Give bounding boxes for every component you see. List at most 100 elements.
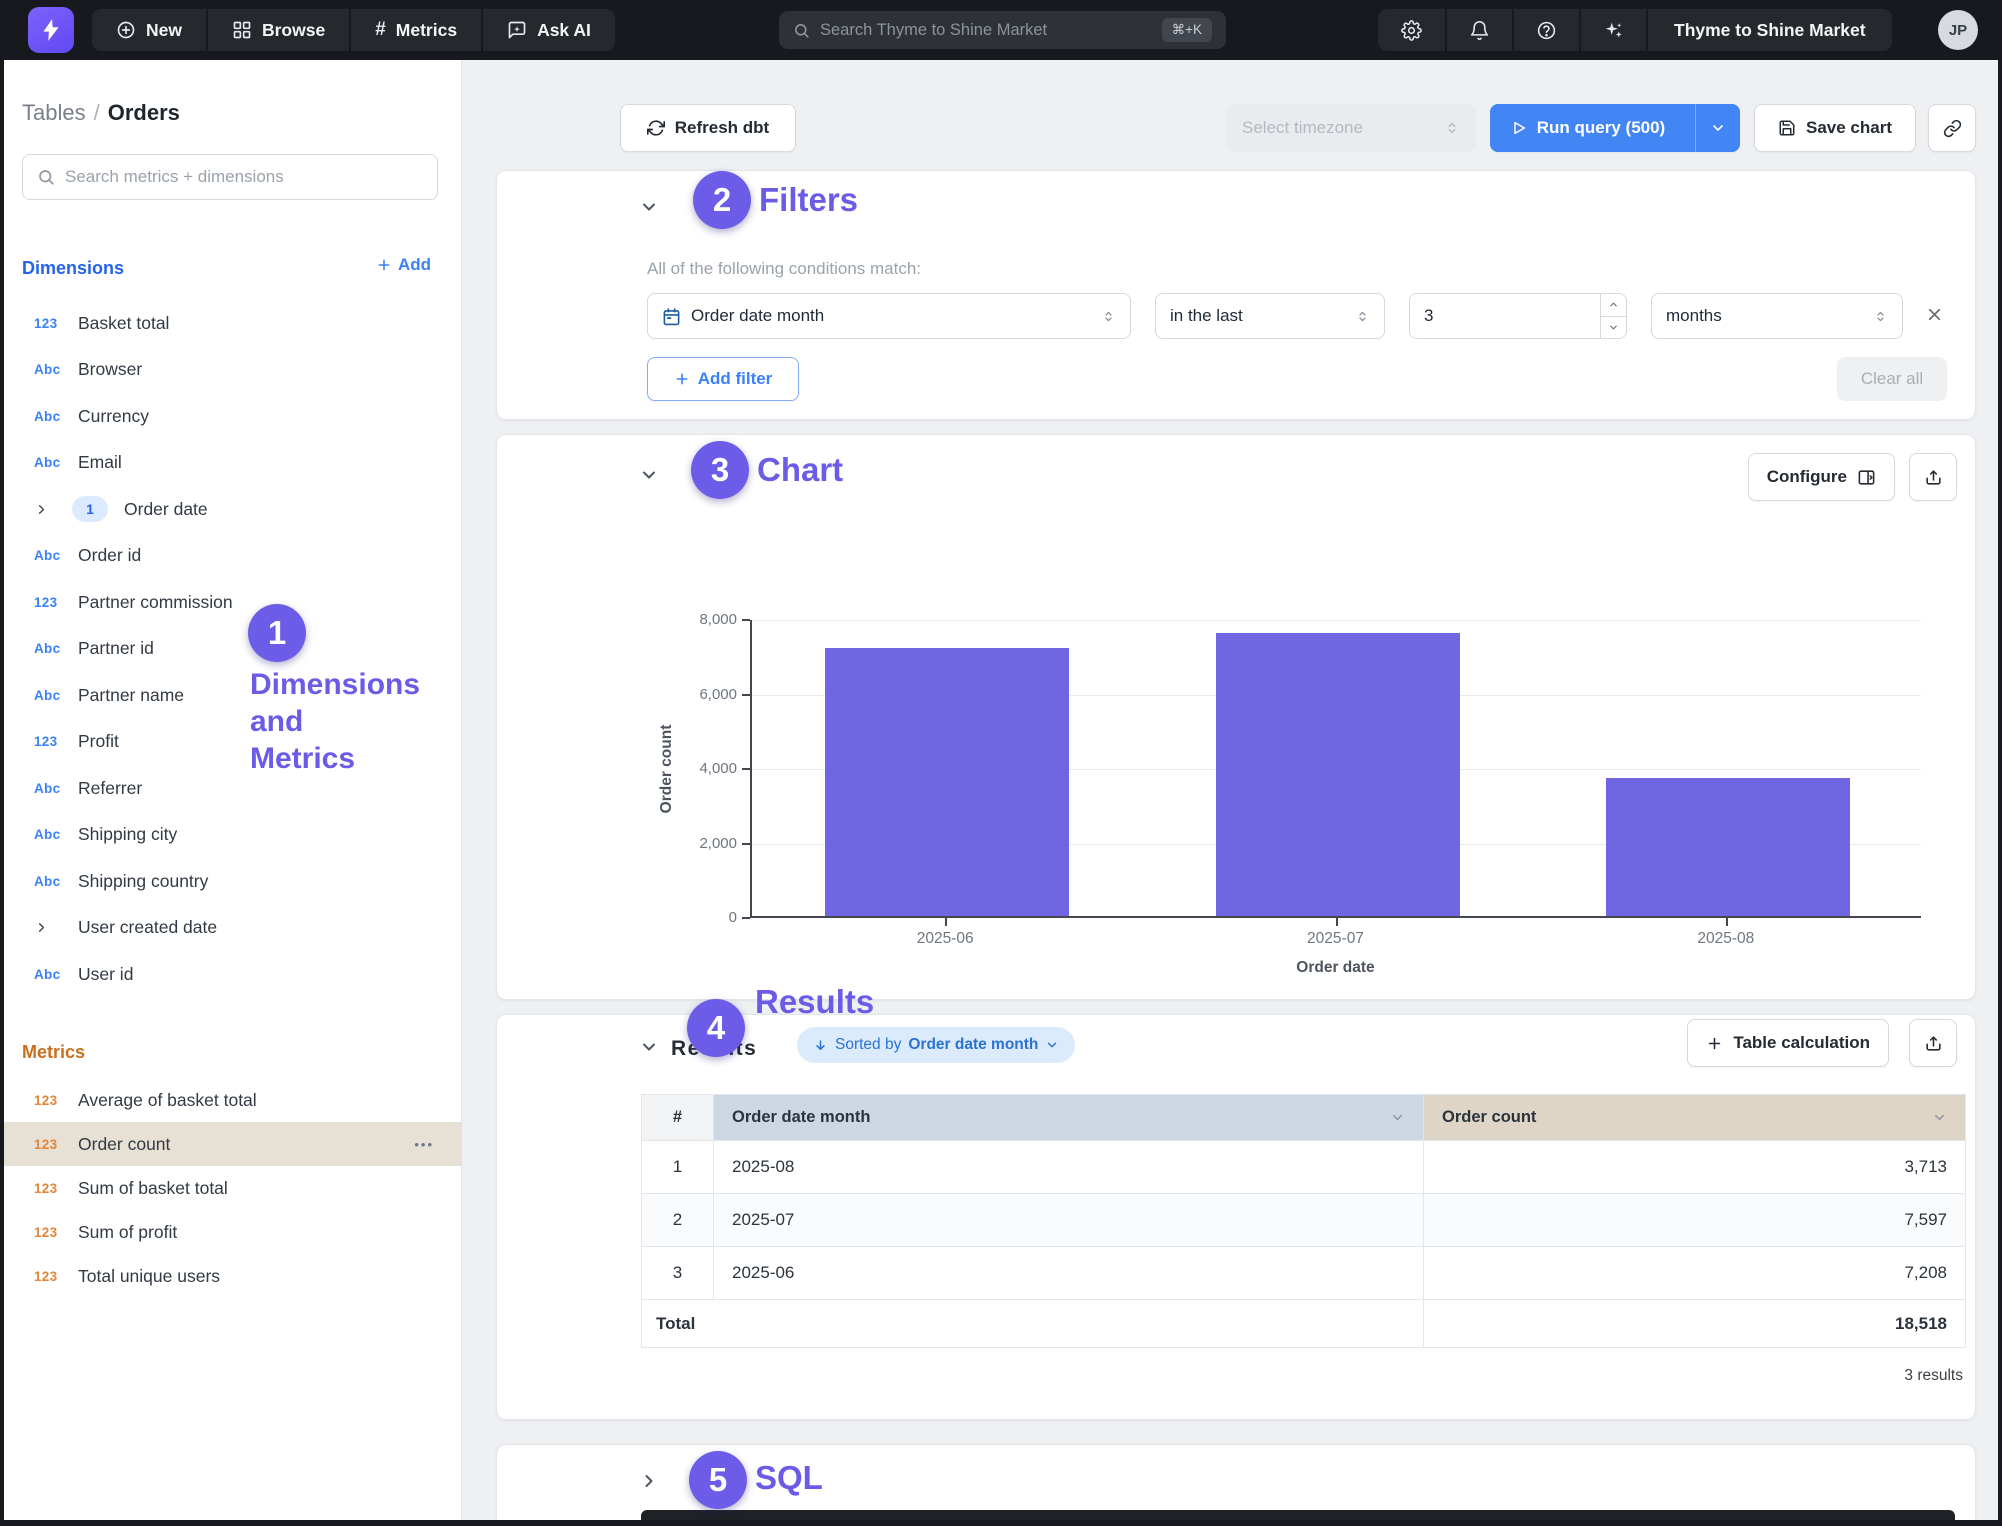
timezone-placeholder: Select timezone (1242, 118, 1363, 138)
chart-area: Order count Order date 02,0004,0006,0008… (497, 435, 1975, 999)
fields-search-input[interactable]: Search metrics + dimensions (22, 154, 438, 200)
global-search-input[interactable]: Search Thyme to Shine Market ⌘+K (779, 11, 1226, 49)
stepper-up-button[interactable] (1601, 294, 1626, 316)
clear-all-button[interactable]: Clear all (1837, 357, 1947, 401)
chart-x-axis-title: Order date (750, 959, 1921, 977)
chevron-right-icon (34, 920, 68, 935)
export-results-button[interactable] (1909, 1019, 1957, 1067)
filters-collapse-chevron[interactable] (639, 197, 659, 217)
dimension-label: Partner name (78, 685, 184, 706)
ai-assistant-button[interactable] (1579, 9, 1646, 51)
chart-bar[interactable] (825, 648, 1069, 916)
save-chart-label: Save chart (1806, 118, 1892, 138)
table-row[interactable]: 22025-077,597 (642, 1194, 1966, 1247)
share-link-button[interactable] (1928, 104, 1976, 152)
metric-label: Total unique users (78, 1266, 220, 1287)
sidebar-dimension-item[interactable]: User created date (0, 905, 462, 952)
chevron-down-icon[interactable] (1932, 1110, 1947, 1125)
sidebar-dimension-item[interactable]: AbcOrder id (0, 533, 462, 580)
notifications-button[interactable] (1445, 9, 1512, 51)
settings-button[interactable] (1378, 9, 1445, 51)
filter-unit-select[interactable]: months (1651, 293, 1903, 339)
sort-pill[interactable]: Sorted by Order date month (797, 1027, 1075, 1063)
string-type-icon: Abc (34, 362, 68, 377)
sidebar-dimension-item[interactable]: Abc Browser (0, 347, 462, 394)
chart-bar[interactable] (1606, 778, 1850, 916)
org-switcher[interactable]: Thyme to Shine Market (1646, 9, 1892, 51)
column-header-order-date-month[interactable]: Order date month (714, 1095, 1424, 1141)
remove-filter-button[interactable] (1925, 305, 1944, 324)
breadcrumb-separator: / (86, 100, 108, 125)
table-row[interactable]: 12025-083,713 (642, 1141, 1966, 1194)
results-table: # Order date month Order count 12025-083… (641, 1094, 1966, 1348)
sql-collapse-chevron[interactable] (639, 1471, 659, 1491)
results-section-title: Results (755, 983, 874, 1021)
table-calculation-button[interactable]: Table calculation (1687, 1019, 1889, 1067)
x-tick-mark (1336, 918, 1338, 926)
sidebar-dimension-item[interactable]: AbcShipping city (0, 812, 462, 859)
column-header-order-count[interactable]: Order count (1424, 1095, 1966, 1141)
dimension-label: Currency (78, 406, 149, 427)
search-shortcut-badge: ⌘+K (1162, 18, 1212, 42)
hash-icon: # (375, 19, 386, 41)
sidebar-metric-item[interactable]: 123Sum of profit (0, 1210, 462, 1254)
save-chart-button[interactable]: Save chart (1754, 104, 1916, 152)
y-tick-label: 8,000 (621, 611, 737, 628)
y-tick-mark (742, 619, 750, 621)
metric-label: Average of basket total (78, 1090, 257, 1111)
row-order-count: 7,208 (1424, 1247, 1966, 1300)
number-type-icon: 123 (34, 1181, 68, 1196)
timezone-select[interactable]: Select timezone (1226, 104, 1476, 152)
sidebar-metric-item[interactable]: 123Order count••• (0, 1122, 462, 1166)
run-query-dropdown[interactable] (1695, 104, 1739, 152)
sql-code-panel[interactable] (641, 1510, 1955, 1526)
filter-field-select[interactable]: Order date month (647, 293, 1131, 339)
results-collapse-chevron[interactable] (639, 1037, 659, 1057)
sidebar: Tables/Orders Search metrics + dimension… (0, 60, 462, 1526)
sidebar-metric-item[interactable]: 123Sum of basket total (0, 1166, 462, 1210)
add-dimension-button[interactable]: Add (376, 255, 431, 275)
y-tick-mark (742, 917, 750, 919)
total-label: Total (642, 1300, 1424, 1348)
sidebar-dimension-item[interactable]: AbcCurrency (0, 393, 462, 440)
chart-bar[interactable] (1216, 633, 1460, 916)
nav-ask-ai-button[interactable]: Ask AI (481, 9, 615, 51)
sort-prefix-label: Sorted by (835, 1036, 901, 1054)
sidebar-dimension-item[interactable]: AbcUser id (0, 951, 462, 998)
x-tick-mark (1726, 918, 1728, 926)
app-logo[interactable] (28, 7, 74, 53)
dimension-label: Browser (78, 359, 142, 380)
nav-browse-button[interactable]: Browse (206, 9, 349, 51)
sidebar-dimension-item[interactable]: AbcEmail (0, 440, 462, 487)
more-options-icon[interactable]: ••• (414, 1137, 434, 1152)
dimensions-list: 123Basket total Abc Browser AbcCurrencyAbcE… (0, 300, 462, 998)
sidebar-metric-item[interactable]: 123Total unique users (0, 1254, 462, 1298)
sidebar-dimension-item[interactable]: 123Partner commission (0, 579, 462, 626)
filter-value-input[interactable] (1410, 294, 1600, 338)
sidebar-metric-item[interactable]: 123Average of basket total (0, 1078, 462, 1122)
refresh-dbt-button[interactable]: Refresh dbt (620, 104, 796, 152)
table-row[interactable]: 32025-067,208 (642, 1247, 1966, 1300)
add-filter-button[interactable]: Add filter (647, 357, 799, 401)
help-button[interactable] (1512, 9, 1579, 51)
user-avatar[interactable]: JP (1938, 10, 1978, 50)
row-order-date-month: 2025-06 (714, 1247, 1424, 1300)
sidebar-dimension-item[interactable]: 1Order date (0, 486, 462, 533)
sort-field-label: Order date month (908, 1036, 1038, 1054)
run-query-button[interactable]: Run query (500) (1490, 104, 1740, 152)
help-circle-icon (1536, 20, 1557, 41)
sidebar-dimension-item[interactable]: 123Basket total (0, 300, 462, 347)
lightning-bolt-icon (38, 17, 64, 43)
sidebar-dimension-item[interactable]: AbcShipping country (0, 858, 462, 905)
stepper-down-button[interactable] (1601, 316, 1626, 339)
breadcrumb-tables-link[interactable]: Tables (22, 100, 86, 125)
filter-operator-select[interactable]: in the last (1155, 293, 1385, 339)
column-header-index[interactable]: # (642, 1095, 714, 1141)
nav-new-button[interactable]: New (92, 9, 206, 51)
chevron-down-icon[interactable] (1390, 1110, 1405, 1125)
results-count-label: 3 results (1904, 1367, 1963, 1385)
refresh-dbt-label: Refresh dbt (675, 118, 769, 138)
nav-metrics-button[interactable]: # Metrics (349, 9, 481, 51)
chat-star-icon (507, 20, 527, 40)
metrics-list: 123Average of basket total123Order count… (0, 1078, 462, 1298)
